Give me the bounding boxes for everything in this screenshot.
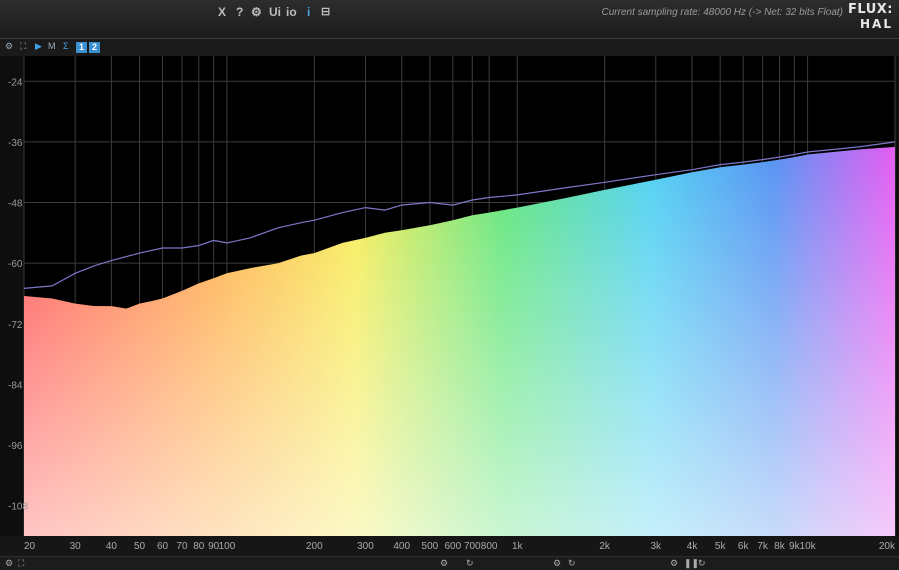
y-tick-label: -36 (8, 138, 23, 149)
x-tick-label: 6k (738, 541, 750, 552)
window-icon[interactable]: ⊟ (321, 5, 330, 18)
sampling-rate-status: Current sampling rate: 48000 Hz (-> Net:… (601, 7, 844, 18)
spectrum-chart: -24 -36 -48 -60 -72 -84 -96 -108 20 30 40 50 60 70 80… (0, 56, 899, 556)
x-tick-label: 80 (193, 541, 205, 552)
x-tick-label: 50 (134, 541, 146, 552)
y-tick-label: -108 (8, 502, 28, 513)
x-tick-label: 20k (879, 541, 896, 552)
x-tick-label: 40 (106, 541, 118, 552)
x-tick-label: 600 (445, 541, 462, 552)
logo-line1: FLUX: (848, 2, 893, 17)
x-tick-label: 20 (24, 541, 36, 552)
x-tick-label: 400 (393, 541, 410, 552)
x-tick-label: 1k (512, 541, 524, 552)
tab-2-button[interactable]: 2 (89, 42, 100, 53)
pause-icon[interactable]: ❚❚ (684, 558, 699, 569)
info-icon[interactable]: i (307, 5, 310, 19)
flux-logo: FLUX: HAL (845, 2, 893, 32)
gear-icon[interactable]: ⚙ (670, 558, 678, 569)
x-tick-label: 5k (715, 541, 727, 552)
gear-icon[interactable]: ⚙ (5, 558, 13, 569)
m-icon[interactable]: M (48, 41, 56, 51)
x-tick-label: 200 (306, 541, 323, 552)
y-tick-label: -84 (8, 380, 23, 391)
top-toolbar: X ? ⚙ Ui io i ⊟ Current sampling rate: 4… (0, 0, 899, 39)
y-tick-label: -72 (8, 320, 23, 331)
refresh-icon[interactable]: ↻ (698, 558, 706, 569)
y-tick-label: -48 (8, 199, 23, 210)
close-icon[interactable]: X (218, 5, 226, 19)
x-tick-label: 300 (357, 541, 374, 552)
help-icon[interactable]: ? (236, 5, 243, 19)
x-tick-label: 100 (219, 541, 236, 552)
x-tick-label: 500 (422, 541, 439, 552)
y-tick-label: -60 (8, 259, 23, 270)
refresh-icon[interactable]: ↻ (568, 558, 576, 569)
y-tick-label: -24 (8, 77, 23, 88)
gear-icon[interactable]: ⚙ (553, 558, 561, 569)
y-tick-label: -96 (8, 441, 23, 452)
gear-icon[interactable]: ⚙ (5, 41, 13, 52)
x-axis-labels: 20 30 40 50 60 70 80 90 100 200 300 400 500 600 700 800… (0, 536, 899, 556)
tab-1-button[interactable]: 1 (76, 42, 87, 53)
x-tick-label: 30 (70, 541, 82, 552)
x-tick-label: 70 (176, 541, 188, 552)
analyzer-toolbar: ⚙ ⛶ ▶ M Σ 1 2 (0, 39, 899, 56)
x-tick-label: 2k (599, 541, 611, 552)
settings-icon[interactable]: ⚙ (251, 5, 262, 19)
x-tick-label: 800 (481, 541, 498, 552)
play-icon[interactable]: ▶ (35, 41, 42, 52)
sigma-icon[interactable]: Σ (63, 41, 69, 51)
gear-icon[interactable]: ⚙ (440, 558, 448, 569)
x-tick-label: 8k (774, 541, 786, 552)
ui-button[interactable]: Ui (269, 5, 281, 19)
io-button[interactable]: io (286, 5, 297, 19)
logo-line2: HAL (860, 17, 893, 31)
refresh-icon[interactable]: ↻ (466, 558, 474, 569)
x-tick-label: 7k (757, 541, 769, 552)
x-tick-label: 700 (464, 541, 481, 552)
x-tick-label: 60 (157, 541, 169, 552)
x-tick-label: 10k (800, 541, 817, 552)
x-tick-label: 3k (651, 541, 663, 552)
bottom-toolbar: ⚙ ⛶ ⚙ ↻ ⚙ ↻ ⚙ ❚❚ ↻ (0, 556, 899, 570)
expand-icon[interactable]: ⛶ (20, 41, 26, 52)
expand-icon[interactable]: ⛶ (18, 558, 24, 569)
x-tick-label: 4k (687, 541, 699, 552)
